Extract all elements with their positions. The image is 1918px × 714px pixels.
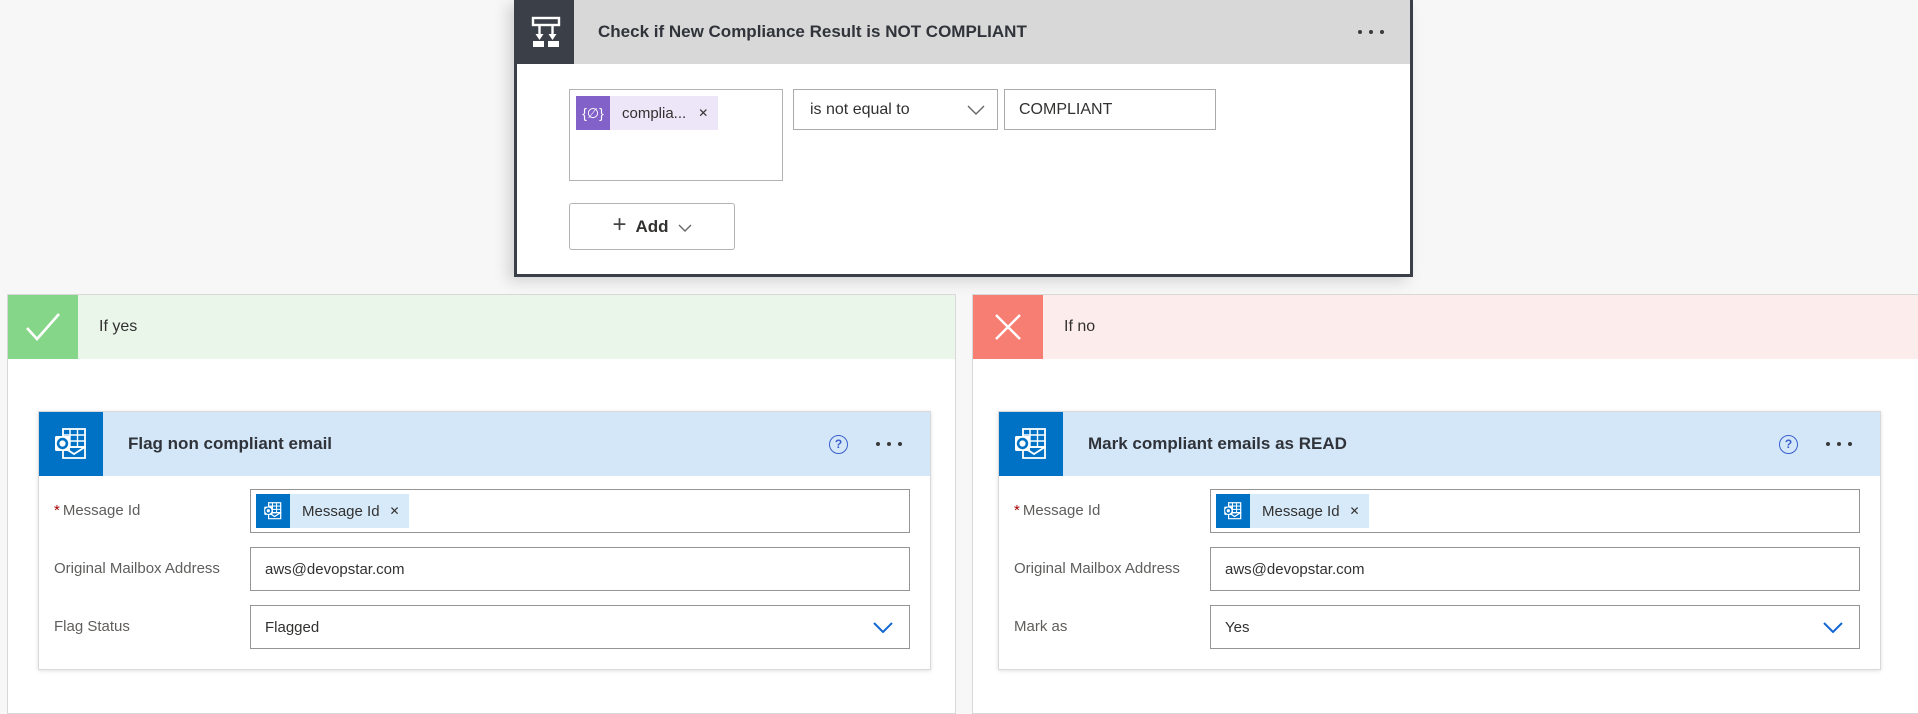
message-id-token[interactable]: Message Id ✕ (1216, 494, 1369, 528)
if-yes-body: Flag non compliant email ? * Message Id (8, 359, 955, 670)
message-id-token[interactable]: Message Id ✕ (256, 494, 409, 528)
field-row-original-mailbox: Original Mailbox Address (54, 547, 910, 591)
field-row-mark-as: Mark as Yes (1014, 605, 1860, 649)
action-card-form: * Message Id (999, 476, 1880, 669)
checkmark-icon (8, 295, 78, 359)
field-label: Original Mailbox Address (1014, 547, 1210, 578)
message-id-input[interactable]: Message Id ✕ (1210, 489, 1860, 533)
condition-value-input[interactable] (1005, 90, 1215, 129)
if-no-branch: If no (972, 294, 1918, 714)
remove-token-icon[interactable]: ✕ (390, 504, 400, 518)
if-no-header[interactable]: If no (973, 295, 1918, 359)
token-label: Message Id (1262, 503, 1340, 520)
original-mailbox-input[interactable] (251, 548, 909, 590)
original-mailbox-field (1210, 547, 1860, 591)
required-marker: * (54, 502, 60, 519)
help-icon[interactable]: ? (1779, 435, 1798, 454)
action-menu-button[interactable] (876, 442, 902, 446)
field-label: *Message Id (1014, 489, 1210, 520)
add-condition-button[interactable]: + Add (569, 203, 735, 250)
field-row-message-id: * Message Id (54, 489, 910, 533)
mark-as-dropdown[interactable]: Yes (1210, 605, 1860, 649)
if-yes-header[interactable]: If yes (8, 295, 955, 359)
plus-icon: + (612, 213, 626, 237)
flag-status-dropdown[interactable]: Flagged (250, 605, 910, 649)
condition-key-picker[interactable]: {∅} complia... ✕ (569, 89, 783, 181)
action-card-form: * Message Id (39, 476, 930, 669)
required-marker: * (1014, 502, 1020, 519)
dropdown-value: Yes (1225, 619, 1823, 636)
help-icon[interactable]: ? (829, 435, 848, 454)
field-row-message-id: * Message Id (1014, 489, 1860, 533)
field-label: Original Mailbox Address (54, 547, 250, 578)
outlook-icon (999, 412, 1063, 476)
condition-value-field (1004, 89, 1216, 130)
branches-row: If yes (7, 294, 1918, 714)
if-no-body: Mark compliant emails as READ ? * Message… (973, 359, 1918, 670)
action-card-flag-non-compliant-email: Flag non compliant email ? * Message Id (38, 411, 931, 670)
field-label: Mark as (1014, 605, 1210, 636)
token-label: Message Id (302, 503, 380, 520)
original-mailbox-field (250, 547, 910, 591)
x-mark-icon (973, 295, 1043, 359)
condition-key-token-label: complia... (622, 105, 686, 122)
chevron-down-icon (873, 622, 893, 633)
outlook-icon (1216, 494, 1250, 528)
action-card-title: Flag non compliant email (103, 412, 829, 476)
condition-body: {∅} complia... ✕ is not equal to + Add (517, 64, 1410, 274)
if-no-label: If no (1043, 295, 1918, 359)
condition-title: Check if New Compliance Result is NOT CO… (574, 0, 1332, 64)
chevron-down-icon (967, 105, 985, 115)
outlook-icon (256, 494, 290, 528)
dropdown-value: Flagged (265, 619, 873, 636)
action-card-title: Mark compliant emails as READ (1063, 412, 1779, 476)
condition-operator-select[interactable]: is not equal to (793, 89, 998, 130)
remove-token-icon[interactable]: ✕ (1350, 504, 1360, 518)
remove-token-icon[interactable]: ✕ (698, 106, 708, 120)
chevron-down-icon (1823, 622, 1843, 633)
field-label: *Message Id (54, 489, 250, 520)
operator-value: is not equal to (810, 101, 967, 119)
dynamic-content-token[interactable]: {∅} complia... ✕ (576, 96, 718, 130)
if-yes-branch: If yes (7, 294, 956, 714)
add-button-label: Add (635, 217, 668, 237)
action-card-header[interactable]: Flag non compliant email ? (39, 412, 930, 476)
action-menu-button[interactable] (1826, 442, 1852, 446)
field-label: Flag Status (54, 605, 250, 636)
condition-menu-button[interactable] (1332, 0, 1410, 64)
field-row-flag-status: Flag Status Flagged (54, 605, 910, 649)
original-mailbox-input[interactable] (1211, 548, 1859, 590)
condition-card: Check if New Compliance Result is NOT CO… (514, 0, 1413, 277)
message-id-input[interactable]: Message Id ✕ (250, 489, 910, 533)
expression-icon: {∅} (576, 96, 610, 130)
condition-branch-icon (517, 0, 574, 64)
condition-card-header[interactable]: Check if New Compliance Result is NOT CO… (517, 0, 1410, 64)
condition-row: {∅} complia... ✕ is not equal to (569, 89, 1390, 181)
chevron-down-icon (678, 224, 692, 232)
if-yes-label: If yes (78, 295, 955, 359)
outlook-icon (39, 412, 103, 476)
field-row-original-mailbox: Original Mailbox Address (1014, 547, 1860, 591)
action-card-header[interactable]: Mark compliant emails as READ ? (999, 412, 1880, 476)
action-card-mark-compliant-read: Mark compliant emails as READ ? * Message… (998, 411, 1881, 670)
